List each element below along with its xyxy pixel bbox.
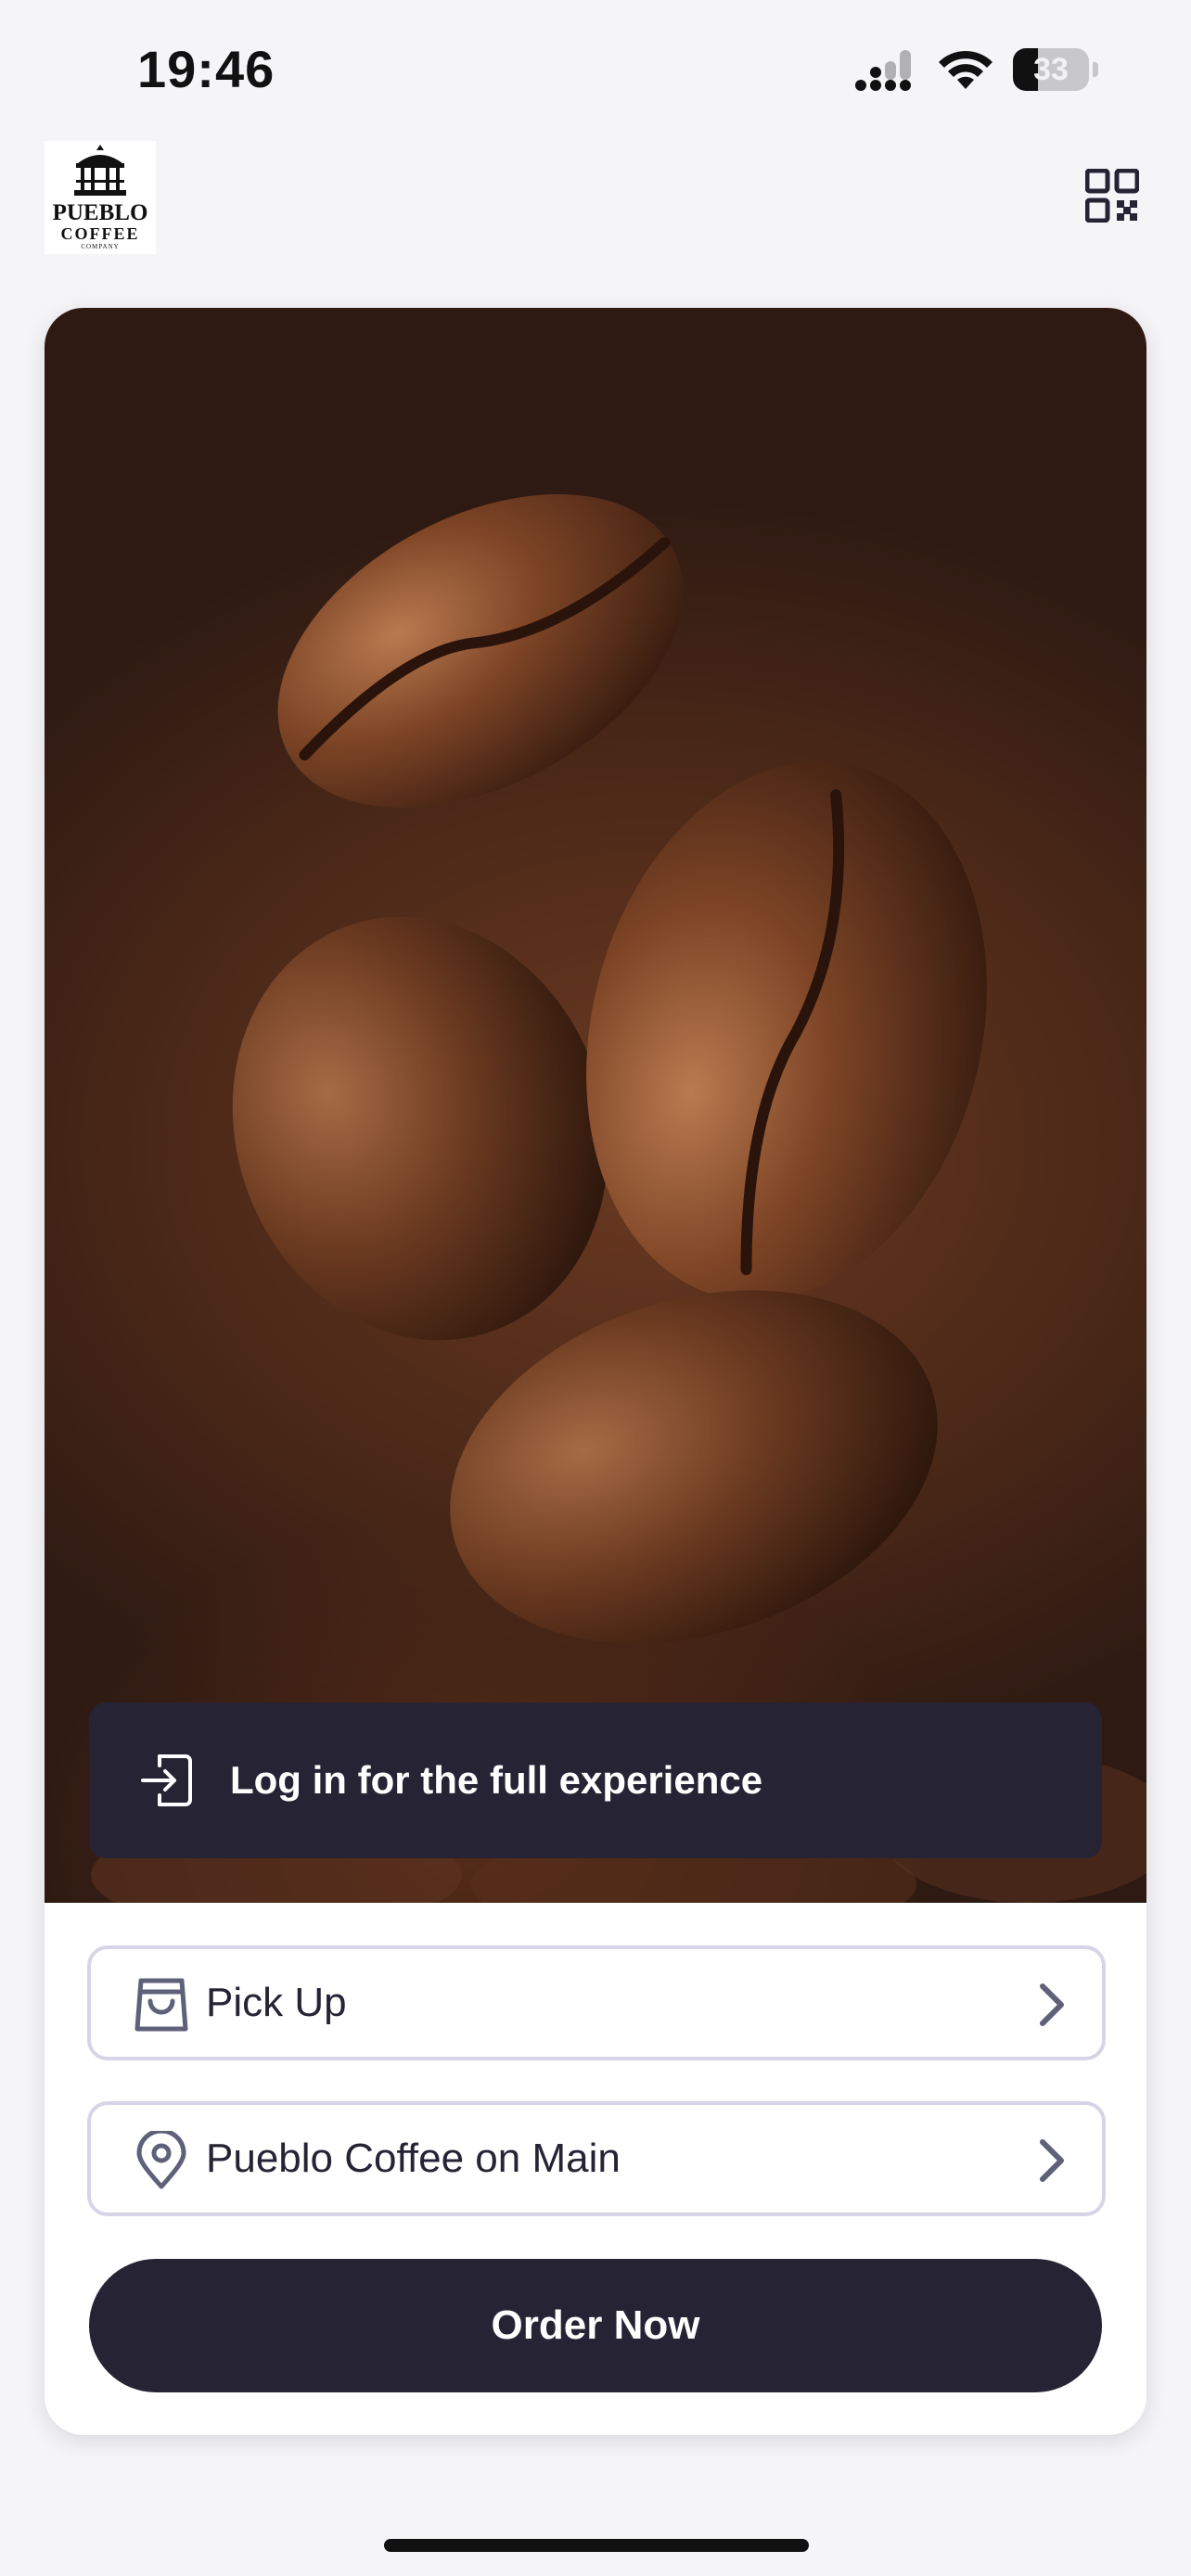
pickup-option[interactable]: Pick Up <box>87 1945 1106 2060</box>
chevron-right-icon <box>1040 1983 1064 2026</box>
location-pin-icon <box>136 2131 186 2189</box>
wifi-icon <box>939 50 992 89</box>
login-banner-text: Log in for the full experience <box>230 1758 763 1802</box>
shopping-bag-icon <box>134 1978 188 2032</box>
pueblo-coffee-logo[interactable]: PUEBLO COFFEE COMPANY <box>45 141 156 254</box>
home-indicator[interactable] <box>384 2539 809 2552</box>
logo-text-pueblo: PUEBLO <box>52 200 148 225</box>
store-location-option[interactable]: Pueblo Coffee on Main <box>87 2101 1106 2216</box>
logo-text-company: COMPANY <box>81 243 120 250</box>
order-card: Log in for the full experience Pick Up P… <box>45 308 1146 2435</box>
cellular-signal-icon <box>855 50 911 91</box>
order-now-button[interactable]: Order Now <box>89 2259 1102 2392</box>
login-icon <box>141 1754 192 1806</box>
battery-percent: 33 <box>1033 52 1069 87</box>
status-bar: 19:46 33 <box>0 0 1191 139</box>
coffee-beans-hero-image: Log in for the full experience <box>45 308 1146 1903</box>
logo-text-coffee: COFFEE <box>60 224 140 243</box>
store-location-label: Pueblo Coffee on Main <box>206 2136 621 2181</box>
chevron-right-icon <box>1040 2139 1064 2182</box>
qr-code-icon[interactable] <box>1085 169 1139 223</box>
gazebo-icon <box>74 145 126 196</box>
login-banner[interactable]: Log in for the full experience <box>89 1702 1102 1858</box>
pickup-label: Pick Up <box>206 1980 347 2025</box>
status-time: 19:46 <box>137 40 275 98</box>
battery-icon: 33 <box>1013 48 1098 91</box>
